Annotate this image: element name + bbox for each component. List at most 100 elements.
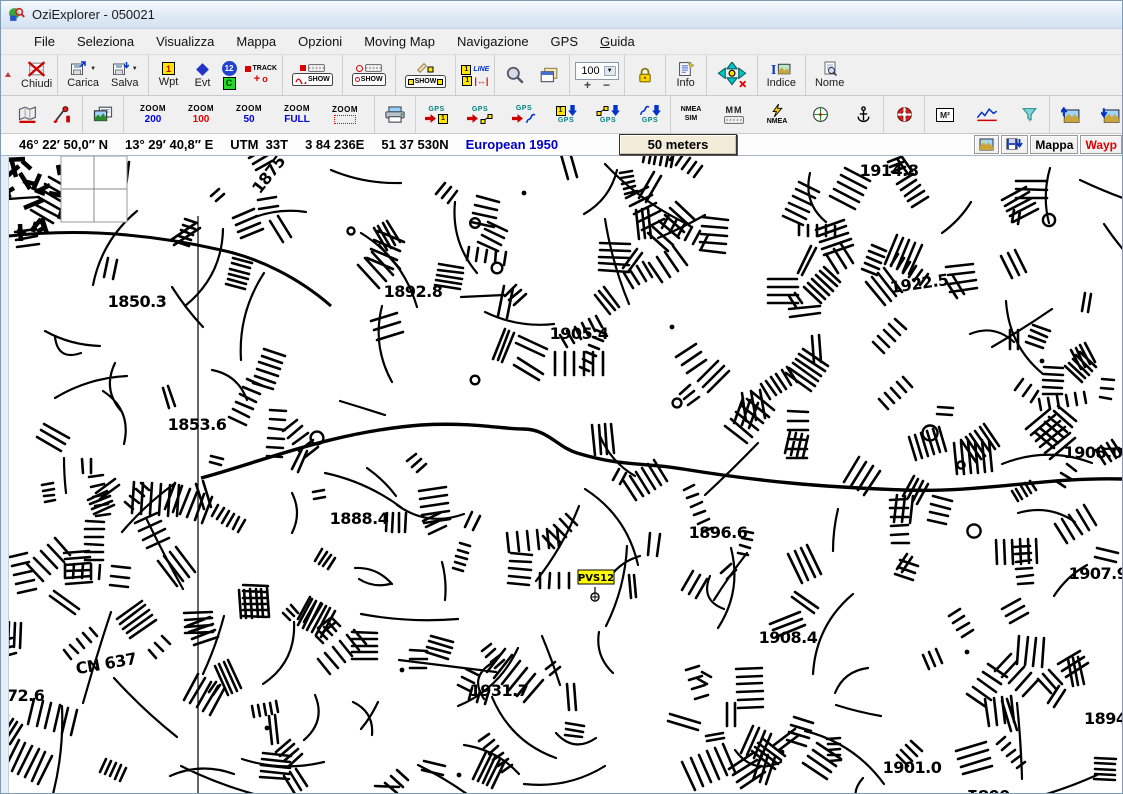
waypoint-number-icon[interactable]: 12 <box>222 61 237 76</box>
map-view[interactable]: 18751914.81850.31922.51892.81905.41853.6… <box>1 156 1122 793</box>
gps-get-waypoints-button[interactable]: 1 GPS <box>551 104 581 125</box>
status-bar: 46° 22′ 50,0″ N 13° 29′ 40,8″ E UTM 33T … <box>1 134 1122 156</box>
pages-button[interactable] <box>534 65 564 85</box>
help-button[interactable] <box>889 105 919 124</box>
track-point-icon[interactable]: o <box>262 74 268 84</box>
nmea-monitor-button[interactable]: NMEA <box>762 103 792 127</box>
gps-send-route-button[interactable]: GPS <box>508 104 540 125</box>
load-button[interactable]: ▼ Carica <box>63 60 103 90</box>
menu-gps[interactable]: GPS <box>540 30 589 53</box>
map-elevation-label: 1894. <box>1084 709 1122 728</box>
pan-control[interactable] <box>712 61 752 89</box>
track-show-group: SHOW <box>283 55 343 95</box>
gps-get-track-button[interactable]: GPS <box>592 104 624 125</box>
map-spot-dot <box>522 191 527 196</box>
save-icon <box>112 61 129 76</box>
menu-moving-map[interactable]: Moving Map <box>353 30 446 53</box>
load-icon <box>70 61 87 76</box>
menu-visualizza[interactable]: Visualizza <box>145 30 225 53</box>
name-search-button[interactable]: Nome <box>811 60 848 90</box>
menu-navigazione[interactable]: Navigazione <box>446 30 540 53</box>
save-dropdown-caret[interactable]: ▼ <box>132 66 138 72</box>
zoom-full-button[interactable]: ZOOM FULL <box>280 103 314 126</box>
wp-line-group: 1 LINE 1 |↔| <box>456 55 495 95</box>
profile-button[interactable] <box>972 106 1002 123</box>
anchor-button[interactable] <box>848 105 878 124</box>
show-points-button[interactable]: SHOW <box>348 63 390 87</box>
zoom-50-button[interactable]: ZOOM 50 <box>232 103 266 126</box>
menu-file[interactable]: File <box>23 30 66 53</box>
print-button[interactable] <box>380 105 410 124</box>
track-label[interactable]: TRACK <box>253 65 278 72</box>
zoom-200-button[interactable]: ZOOM 200 <box>136 103 170 126</box>
save-button[interactable]: ▼ Salva <box>107 60 143 90</box>
status-utm-zone: UTM 33T <box>230 137 288 152</box>
menu-seleziona[interactable]: Seleziona <box>66 30 145 53</box>
waypoint-button[interactable]: 1 Wpt <box>154 61 184 89</box>
map-scale-button[interactable]: 50 meters <box>619 134 737 155</box>
track-plus-icon[interactable]: + <box>254 73 260 85</box>
wp-distance-icon[interactable]: 1 <box>462 76 472 86</box>
moving-map-button[interactable]: MM <box>719 104 749 125</box>
name-search-icon <box>821 61 839 76</box>
lightning-icon <box>772 104 783 117</box>
zoom-in-button[interactable]: + <box>584 81 591 89</box>
wp-page-icon[interactable]: 1 <box>461 65 471 75</box>
menu-guida[interactable]: Guida <box>589 30 646 53</box>
zoom-combo-caret[interactable]: ▼ <box>604 66 616 76</box>
image-export-button[interactable] <box>1095 106 1123 124</box>
lock-button[interactable] <box>630 66 660 85</box>
show-route-button[interactable]: SHOW <box>401 61 451 89</box>
index-button[interactable]: I Indice <box>763 60 800 90</box>
magnify-button[interactable] <box>500 64 530 86</box>
waypoint-list-button[interactable]: Wayp <box>1080 135 1122 154</box>
line-tool-label[interactable]: LINE <box>473 66 489 73</box>
track-glyph <box>480 114 493 124</box>
load-dropdown-caret[interactable]: ▼ <box>90 66 96 72</box>
toolbar-drag-handle[interactable] <box>2 69 13 81</box>
gps-send-waypoints-button[interactable]: GPS 1 <box>421 105 452 125</box>
map-elevation-label: 1922.5 <box>889 270 950 297</box>
image-import-button[interactable] <box>1055 106 1085 124</box>
nmea-sim-button[interactable]: NMEA SIM <box>676 105 706 124</box>
image-down-icon <box>1101 107 1120 123</box>
map-tools-group <box>1 96 83 133</box>
zoom-area-button[interactable]: ZOOM <box>328 104 362 125</box>
close-map-icon <box>27 61 46 77</box>
analysis-group: M² <box>925 96 1050 133</box>
index-label: Indice <box>767 77 796 89</box>
area-button[interactable]: M² <box>930 107 960 123</box>
zoom-out-button[interactable]: − <box>603 81 610 89</box>
map-check-button[interactable] <box>13 105 43 124</box>
toolbar-grip-group: Chiudi <box>1 55 58 95</box>
menu-opzioni[interactable]: Opzioni <box>287 30 353 53</box>
comment-icon[interactable]: C <box>223 77 236 90</box>
info-button[interactable]: Info <box>671 60 701 90</box>
menu-mappa[interactable]: Mappa <box>225 30 287 53</box>
ruler-icon[interactable]: |↔| <box>474 76 488 86</box>
gps-send-track-button[interactable]: GPS <box>463 105 497 125</box>
save-image-button[interactable] <box>1001 135 1028 154</box>
anchor-icon <box>856 106 871 123</box>
map-tools-button[interactable] <box>47 105 77 124</box>
event-button[interactable]: Evt <box>188 61 218 90</box>
zoom-100-button[interactable]: ZOOM 100 <box>184 103 218 126</box>
filter-button[interactable] <box>1014 106 1044 123</box>
waypoint-icon: 1 <box>162 62 175 75</box>
status-easting: 3 84 236E <box>305 137 364 152</box>
map-list-button[interactable]: Mappa <box>1030 135 1078 154</box>
show-track-label: SHOW <box>308 76 330 83</box>
zoom-level-combo[interactable]: 100 ▼ <box>575 62 618 80</box>
waypoint-group: 1 Wpt Evt 12 C TRACK + o <box>149 55 284 95</box>
window-title: OziExplorer - 050021 <box>32 7 155 22</box>
map-contour-texture <box>1 164 1122 793</box>
show-points-box: SHOW <box>352 73 386 86</box>
gps-get-route-button[interactable]: GPS <box>635 104 665 125</box>
show-track-button[interactable]: SHOW <box>288 63 337 87</box>
route-show-group: SHOW <box>396 55 457 95</box>
close-map-button[interactable]: Chiudi <box>17 60 56 91</box>
map-images-button[interactable] <box>88 105 118 124</box>
compass-button[interactable] <box>805 105 835 124</box>
pin-tools-icon <box>52 106 72 123</box>
screenshot-button[interactable] <box>974 135 999 154</box>
